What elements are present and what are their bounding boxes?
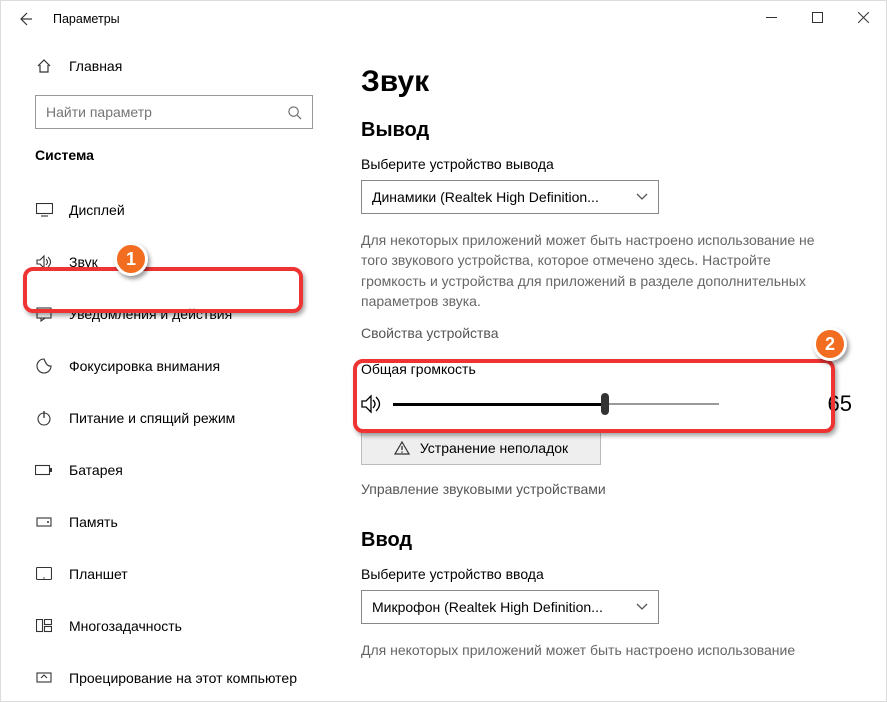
troubleshoot-label: Устранение неполадок	[420, 440, 568, 456]
sidebar-item-multitask[interactable]: Многозадачность	[1, 607, 321, 645]
warning-icon	[394, 441, 410, 455]
chevron-down-icon	[636, 193, 648, 201]
close-button[interactable]	[840, 1, 886, 33]
sidebar-item-label: Дисплей	[69, 202, 125, 218]
search-input[interactable]	[35, 95, 313, 129]
power-icon	[35, 410, 53, 426]
output-choose-label: Выберите устройство вывода	[361, 156, 856, 172]
sidebar-item-label: Фокусировка внимания	[69, 358, 220, 374]
display-icon	[35, 203, 53, 217]
input-choose-label: Выберите устройство ввода	[361, 566, 856, 582]
sidebar-item-tablet[interactable]: Планшет	[1, 555, 321, 593]
input-heading: Ввод	[361, 529, 856, 552]
chevron-down-icon	[636, 603, 648, 611]
window-title: Параметры	[53, 12, 120, 26]
output-device-value: Динамики (Realtek High Definition...	[372, 189, 599, 205]
sidebar: Главная Система Дисплей Звук Уведомления…	[1, 37, 321, 701]
sidebar-item-projecting[interactable]: Проецирование на этот компьютер	[1, 659, 321, 697]
home-icon	[35, 58, 53, 74]
sidebar-item-label: Уведомления и действия	[69, 306, 232, 322]
sound-icon	[35, 254, 53, 270]
sidebar-section: Система	[1, 147, 321, 163]
output-heading: Вывод	[361, 119, 856, 142]
sidebar-item-focus[interactable]: Фокусировка внимания	[1, 347, 321, 385]
volume-value: 65	[828, 391, 856, 417]
sidebar-item-label: Питание и спящий режим	[69, 410, 235, 426]
volume-label: Общая громкость	[361, 361, 856, 377]
sidebar-item-power[interactable]: Питание и спящий режим	[1, 399, 321, 437]
device-properties-link[interactable]: Свойства устройства	[361, 325, 856, 341]
input-description: Для некоторых приложений может быть наст…	[361, 640, 821, 660]
input-device-dropdown[interactable]: Микрофон (Realtek High Definition...	[361, 590, 659, 624]
back-button[interactable]	[15, 9, 35, 29]
sidebar-item-display[interactable]: Дисплей	[1, 191, 321, 229]
battery-icon	[35, 464, 53, 476]
volume-slider[interactable]	[393, 394, 719, 414]
maximize-button[interactable]	[794, 1, 840, 33]
search-icon	[287, 105, 302, 120]
page-title: Звук	[361, 65, 856, 99]
sidebar-item-label: Звук	[69, 254, 98, 270]
sidebar-item-battery[interactable]: Батарея	[1, 451, 321, 489]
slider-thumb[interactable]	[601, 393, 609, 415]
volume-icon[interactable]	[361, 394, 385, 414]
output-description: Для некоторых приложений может быть наст…	[361, 230, 821, 311]
volume-block: Общая громкость 65	[361, 355, 856, 427]
input-device-value: Микрофон (Realtek High Definition...	[372, 599, 603, 615]
sidebar-item-storage[interactable]: Память	[1, 503, 321, 541]
sidebar-home-label: Главная	[69, 58, 122, 74]
notifications-icon	[35, 306, 53, 322]
troubleshoot-button[interactable]: Устранение неполадок	[361, 431, 601, 465]
output-device-dropdown[interactable]: Динамики (Realtek High Definition...	[361, 180, 659, 214]
search-field[interactable]	[46, 104, 287, 120]
sidebar-item-label: Батарея	[69, 462, 123, 478]
multitask-icon	[35, 619, 53, 633]
tablet-icon	[35, 567, 53, 581]
window-controls	[748, 1, 886, 33]
sidebar-item-label: Память	[69, 514, 118, 530]
sidebar-item-label: Планшет	[69, 566, 128, 582]
projecting-icon	[35, 670, 53, 686]
focus-icon	[35, 358, 53, 374]
sidebar-item-label: Многозадачность	[69, 618, 182, 634]
sidebar-item-label: Проецирование на этот компьютер	[69, 670, 297, 686]
sidebar-item-notifications[interactable]: Уведомления и действия	[1, 295, 321, 333]
minimize-button[interactable]	[748, 1, 794, 33]
manage-devices-link[interactable]: Управление звуковыми устройствами	[361, 481, 856, 497]
sidebar-item-sound[interactable]: Звук	[1, 243, 321, 281]
sidebar-home[interactable]: Главная	[1, 47, 321, 85]
storage-icon	[35, 514, 53, 530]
main-content: Звук Вывод Выберите устройство вывода Ди…	[321, 37, 886, 701]
